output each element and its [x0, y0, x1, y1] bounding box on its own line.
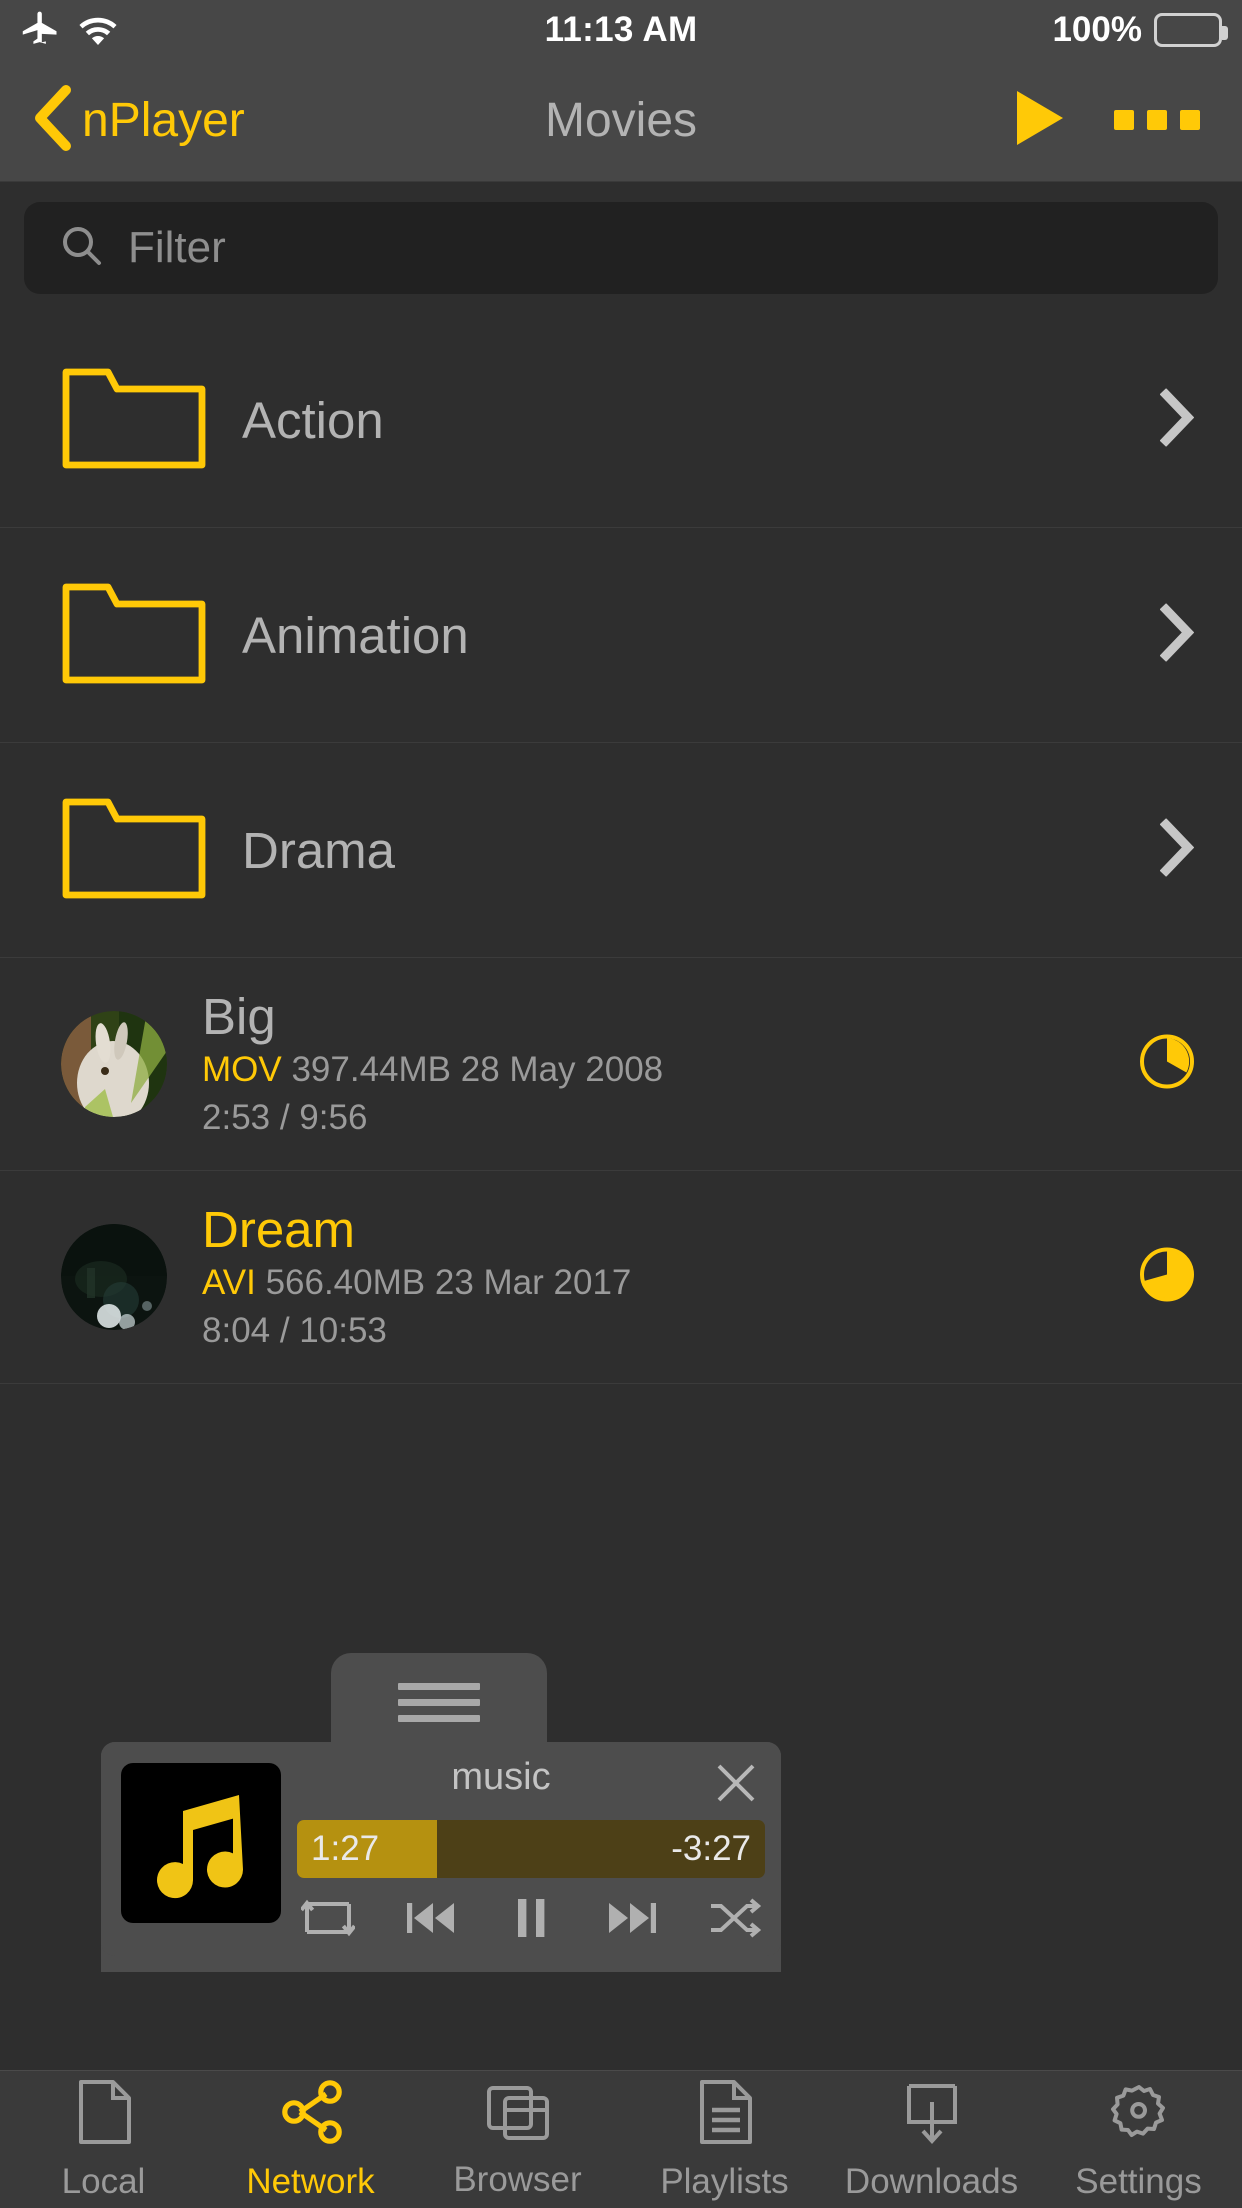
folder-icon	[60, 360, 208, 481]
bottom-tab-bar: Local Network Browser Playlists Download…	[0, 2070, 1242, 2208]
tab-label: Network	[246, 2161, 375, 2201]
previous-button[interactable]	[399, 1890, 461, 1946]
battery-percent-label: 100%	[1052, 10, 1142, 49]
file-list: Action Animation Drama Big MOV 397.44MB …	[0, 313, 1242, 1384]
tab-network[interactable]: Network	[207, 2071, 414, 2208]
table-row[interactable]: Animation	[0, 528, 1242, 743]
file-name: Big	[202, 987, 276, 1045]
document-icon	[73, 2078, 135, 2151]
file-info-line: AVI 566.40MB 23 Mar 2017	[202, 1261, 631, 1305]
repeat-button[interactable]	[297, 1890, 359, 1946]
file-time-line: 2:53 / 9:56	[202, 1097, 368, 1137]
tab-playlists[interactable]: Playlists	[621, 2071, 828, 2208]
status-bar-right: 100%	[1052, 10, 1228, 50]
shuffle-button[interactable]	[703, 1890, 765, 1946]
navigation-bar: nPlayer Movies	[0, 58, 1242, 182]
more-horizontal-icon	[1114, 110, 1134, 130]
watch-progress-indicator	[1139, 1247, 1195, 1308]
windows-icon	[485, 2080, 551, 2149]
mini-player: music 1:27 -3:27	[101, 1742, 781, 1956]
play-button[interactable]	[1009, 58, 1067, 182]
playback-progress-bar[interactable]: 1:27 -3:27	[297, 1820, 765, 1878]
gear-icon	[1106, 2078, 1172, 2151]
tab-settings[interactable]: Settings	[1035, 2071, 1242, 2208]
elapsed-time: 1:27	[311, 1829, 380, 1868]
video-thumbnail	[61, 1224, 167, 1330]
drag-handle-icon	[398, 1682, 480, 1690]
tab-downloads[interactable]: Downloads	[828, 2071, 1035, 2208]
next-button[interactable]	[602, 1890, 664, 1946]
file-date: 28 May 2008	[460, 1049, 664, 1089]
table-row[interactable]: Big MOV 397.44MB 28 May 2008 2:53 / 9:56	[0, 958, 1242, 1171]
file-info-line: MOV 397.44MB 28 May 2008	[202, 1048, 663, 1092]
watch-progress-indicator	[1139, 1034, 1195, 1095]
chevron-right-icon[interactable]	[1159, 388, 1195, 452]
download-icon	[899, 2078, 965, 2151]
file-details: Big MOV 397.44MB 28 May 2008 2:53 / 9:56	[202, 989, 663, 1140]
list-doc-icon	[694, 2078, 756, 2151]
folder-name: Action	[242, 391, 384, 449]
tab-label: Playlists	[660, 2161, 789, 2201]
status-bar: 11:13 AM 100%	[0, 0, 1242, 58]
now-playing-title: music	[451, 1756, 551, 1798]
tab-label: Browser	[453, 2159, 582, 2199]
player-controls	[297, 1890, 765, 1946]
folder-name: Animation	[242, 606, 469, 664]
battery-icon	[1154, 13, 1228, 47]
folder-name: Drama	[242, 821, 396, 879]
video-thumbnail	[61, 1011, 167, 1117]
chevron-right-icon[interactable]	[1159, 603, 1195, 667]
file-name: Dream	[202, 1200, 356, 1258]
pause-button[interactable]	[500, 1890, 562, 1946]
table-row[interactable]: Drama	[0, 743, 1242, 958]
file-date: 23 Mar 2017	[434, 1262, 632, 1302]
tab-label: Settings	[1075, 2161, 1202, 2201]
file-size: 397.44MB	[291, 1049, 452, 1089]
search-input-placeholder: Filter	[128, 223, 226, 272]
remaining-time: -3:27	[671, 1829, 751, 1868]
music-note-icon	[157, 1795, 243, 1899]
file-time-line: 8:04 / 10:53	[202, 1310, 387, 1350]
more-options-button[interactable]	[1114, 58, 1200, 182]
filter-bar: Filter	[0, 183, 1242, 313]
close-icon[interactable]	[713, 1760, 759, 1806]
file-details: Dream AVI 566.40MB 23 Mar 2017 8:04 / 10…	[202, 1202, 631, 1353]
table-row[interactable]: Dream AVI 566.40MB 23 Mar 2017 8:04 / 10…	[0, 1171, 1242, 1384]
play-icon	[1009, 87, 1067, 154]
table-row[interactable]: Action	[0, 313, 1242, 528]
tab-label: Local	[61, 2161, 146, 2201]
tab-browser[interactable]: Browser	[414, 2071, 621, 2208]
file-extension: MOV	[202, 1049, 282, 1089]
app-screen: 11:13 AM 100% nPlayer Movies Filter Acti…	[0, 0, 1242, 2208]
player-drag-handle[interactable]	[331, 1653, 547, 1751]
share-icon	[278, 2078, 344, 2151]
file-extension: AVI	[202, 1262, 256, 1302]
folder-icon	[60, 790, 208, 911]
tab-label: Downloads	[844, 2161, 1019, 2201]
tab-local[interactable]: Local	[0, 2071, 207, 2208]
file-size: 566.40MB	[265, 1262, 426, 1302]
search-input[interactable]: Filter	[24, 202, 1218, 294]
chevron-right-icon[interactable]	[1159, 818, 1195, 882]
folder-icon	[60, 575, 208, 696]
search-icon	[60, 224, 104, 273]
